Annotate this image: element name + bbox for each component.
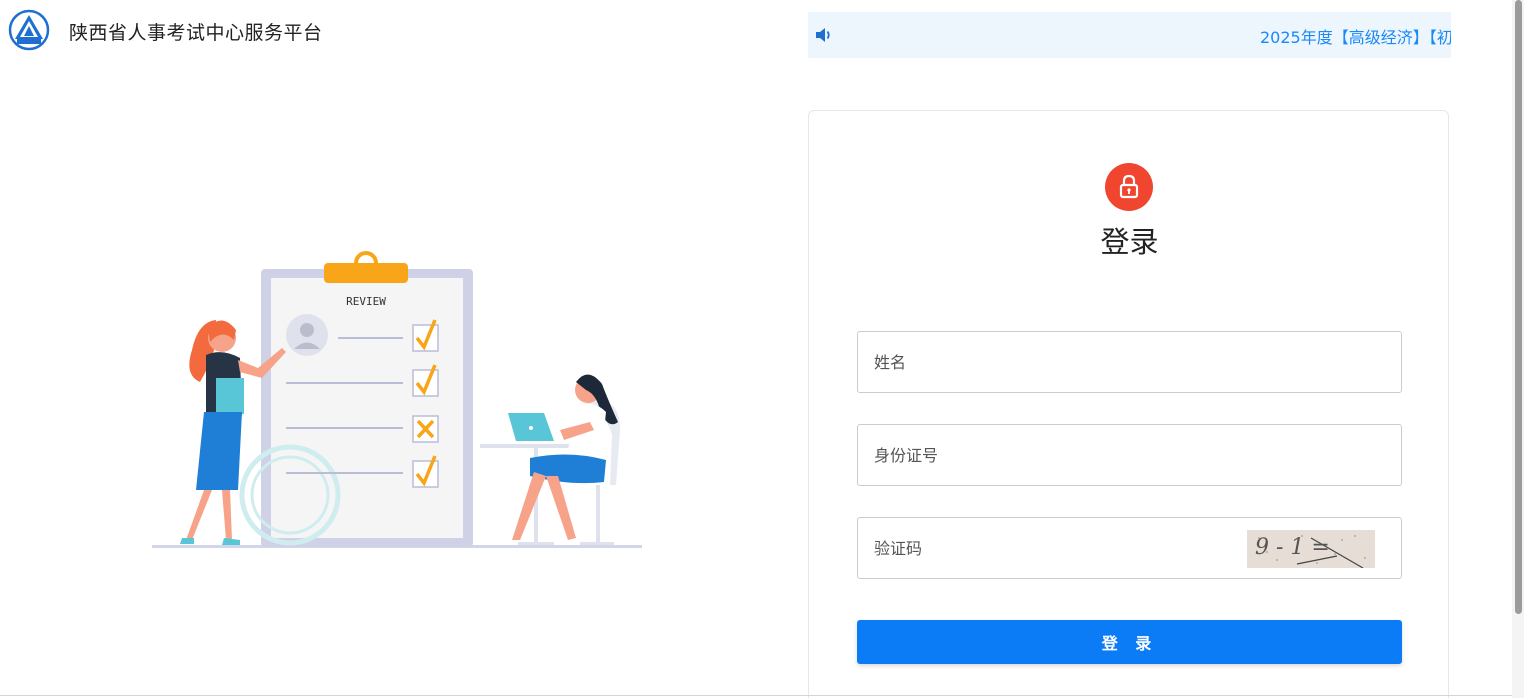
name-input[interactable] xyxy=(858,332,1401,392)
cross-icon xyxy=(412,415,439,443)
page: 陕西省人事考试中心服务平台 2025年度【高级经济】【初 REVIEW 登录 姓… xyxy=(0,0,1524,698)
login-button[interactable]: 登 录 xyxy=(857,620,1402,664)
speaker-icon xyxy=(816,28,830,42)
sxpta-logo-icon[interactable] xyxy=(8,9,50,51)
id-number-field[interactable] xyxy=(857,424,1402,486)
page-scrollbar[interactable] xyxy=(1512,0,1524,698)
check-icon xyxy=(412,364,439,397)
check-icon xyxy=(412,455,439,488)
id-number-input[interactable] xyxy=(858,425,1401,485)
site-title: 陕西省人事考试中心服务平台 xyxy=(69,22,323,44)
name-field[interactable] xyxy=(857,331,1402,393)
notice-text[interactable]: 2025年度【高级经济】【初 xyxy=(1260,24,1451,48)
row-line-4 xyxy=(286,472,403,474)
captcha-image[interactable]: 9 - 1 = xyxy=(1247,530,1375,568)
captcha-text: 9 - 1 = xyxy=(1255,535,1330,560)
scrollbar-thumb[interactable] xyxy=(1515,0,1522,614)
login-card: 登录 9 - 1 = 登 录 xyxy=(808,110,1449,698)
notice-bar: 2025年度【高级经济】【初 xyxy=(808,12,1451,58)
captcha-field[interactable]: 9 - 1 = xyxy=(857,517,1402,579)
clipboard-label: REVIEW xyxy=(346,295,386,308)
row-line-3 xyxy=(286,427,403,429)
row-line-1 xyxy=(338,337,403,339)
lock-icon xyxy=(1105,163,1153,211)
check-icon xyxy=(412,319,439,352)
review-illustration: REVIEW xyxy=(152,251,642,548)
bottom-divider xyxy=(0,695,1512,696)
login-title: 登录 xyxy=(1100,225,1159,259)
sitting-woman-figure xyxy=(480,374,620,545)
row-line-2 xyxy=(286,382,403,384)
